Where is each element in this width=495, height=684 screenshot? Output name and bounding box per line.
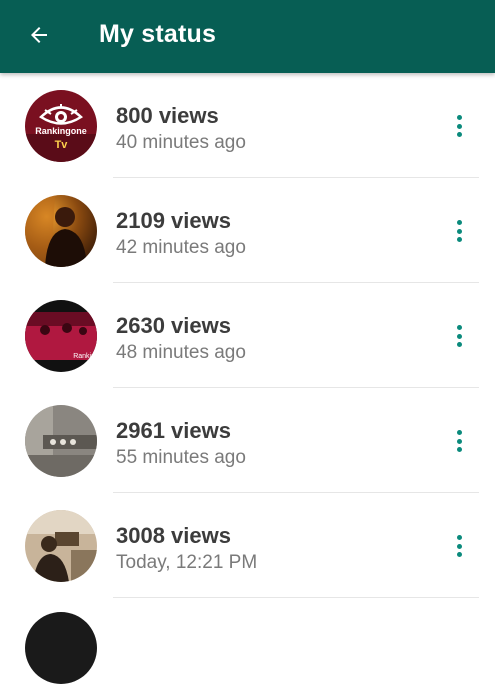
more-options-button[interactable]	[446, 430, 472, 452]
view-count: 2961 views	[116, 418, 231, 443]
view-count: 2630 views	[116, 313, 231, 338]
more-options-button[interactable]	[446, 325, 472, 347]
status-row[interactable]: 3008 views Today, 12:21 PM	[0, 493, 495, 598]
status-row[interactable]: Rankin 2630 views 48 minutes ago	[0, 283, 495, 388]
more-vertical-icon-dot	[456, 132, 462, 137]
more-vertical-icon-dot	[456, 447, 462, 452]
status-row[interactable]: Rankingone Tv 800 views 40 minutes ago	[0, 73, 495, 178]
more-options-button[interactable]	[446, 115, 472, 137]
arrow-left-icon	[31, 27, 47, 43]
more-vertical-icon-dot	[456, 237, 462, 242]
more-options-button[interactable]	[446, 535, 472, 557]
status-thumbnail	[25, 510, 97, 582]
app-bar: My status	[0, 0, 495, 73]
status-row[interactable]: 2109 views 42 minutes ago	[0, 178, 495, 283]
status-thumbnail-partial	[25, 612, 97, 684]
more-vertical-icon-dot	[456, 228, 462, 234]
more-vertical-icon-dot	[456, 123, 462, 129]
back-button[interactable]	[22, 18, 56, 52]
status-time: 48 minutes ago	[116, 342, 246, 363]
status-thumbnail	[25, 405, 97, 477]
view-count: 800 views	[116, 103, 219, 128]
thumbnail-caption: Rankin	[73, 353, 95, 360]
status-thumbnail	[25, 195, 97, 267]
page-title: My status	[99, 20, 217, 48]
status-time: 42 minutes ago	[116, 237, 246, 258]
status-time: 55 minutes ago	[116, 447, 246, 468]
more-options-button[interactable]	[446, 220, 472, 242]
status-row[interactable]: 2961 views 55 minutes ago	[0, 388, 495, 493]
status-time: 40 minutes ago	[116, 132, 246, 153]
status-thumbnail: Rankin	[25, 300, 97, 372]
more-vertical-icon	[456, 535, 462, 540]
status-list: Rankingone Tv 800 views 40 minutes ago 2…	[0, 73, 495, 598]
view-count: 3008 views	[116, 523, 231, 548]
status-thumbnail: Rankingone Tv	[25, 90, 97, 162]
divider	[113, 597, 479, 598]
more-vertical-icon-dot	[456, 333, 462, 339]
more-vertical-icon	[456, 115, 462, 120]
more-vertical-icon-dot	[456, 438, 462, 444]
more-vertical-icon-dot	[456, 342, 462, 347]
more-vertical-icon	[456, 220, 462, 225]
more-vertical-icon-dot	[456, 543, 462, 549]
thumbnail-caption: Rankingone	[35, 126, 87, 136]
more-vertical-icon	[456, 430, 462, 435]
status-time: Today, 12:21 PM	[116, 552, 258, 573]
more-vertical-icon-dot	[456, 552, 462, 557]
more-vertical-icon	[456, 325, 462, 330]
view-count: 2109 views	[116, 208, 231, 233]
thumbnail-caption: Tv	[55, 139, 69, 151]
